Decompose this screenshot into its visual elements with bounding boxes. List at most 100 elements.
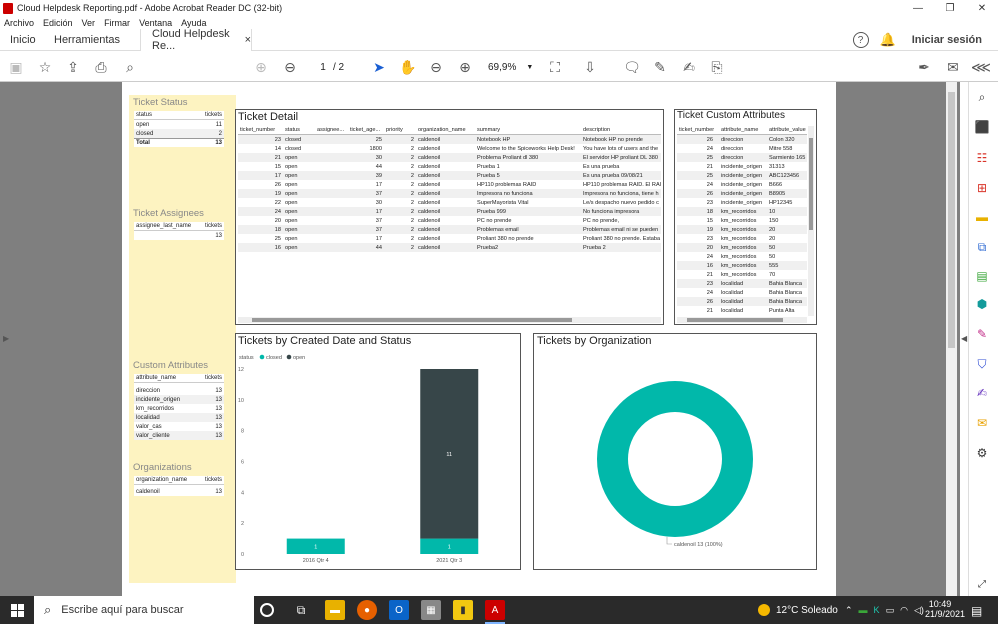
attributes-vscrollbar[interactable]	[808, 126, 814, 316]
email-icon[interactable]: ✉	[943, 57, 963, 77]
edit-sign-icon[interactable]: ✒	[914, 57, 934, 77]
taskbar-search-box[interactable]: ⌕ Escribe aquí para buscar	[34, 596, 254, 624]
volume-icon[interactable]: ◁)	[914, 605, 924, 616]
table-cell[interactable]: incidente_origen	[136, 397, 180, 403]
right-panel-toggle-icon[interactable]: ◀	[961, 334, 967, 343]
close-window-button[interactable]: ✕	[966, 0, 998, 16]
attributes-vscroll-thumb[interactable]	[809, 138, 813, 230]
request-signatures-icon[interactable]: ✉	[974, 415, 990, 431]
expand-sidebar-icon[interactable]: ⤢	[974, 576, 990, 592]
create-pdf-icon[interactable]: ⊞	[974, 180, 990, 196]
power-bi-icon[interactable]: ▮	[453, 600, 473, 620]
attributes-hscroll-thumb[interactable]	[687, 318, 783, 322]
acrobat-taskbar-icon[interactable]: A	[485, 600, 505, 620]
table-cell[interactable]: open	[136, 122, 149, 128]
minimize-button[interactable]: —	[902, 0, 934, 16]
sign-in-button[interactable]: Iniciar sesión	[912, 34, 982, 46]
organize-pages-icon[interactable]: ☷	[974, 150, 990, 166]
table-cell[interactable]: closed	[136, 131, 153, 137]
tray-icons[interactable]: ⌃ ▬ K ▭ ◠ ◁)	[845, 596, 930, 624]
fit-page-icon[interactable]: ⛶	[545, 57, 565, 77]
sign-icon[interactable]: ✍	[679, 57, 699, 77]
zoom-level-select[interactable]: 69,9% ▼	[488, 59, 533, 75]
table-cell[interactable]: km_recorridos	[136, 406, 174, 412]
hand-tool-icon[interactable]: ✋	[398, 57, 418, 77]
vertical-scrollbar[interactable]	[946, 82, 957, 596]
zoom-out-icon[interactable]: ⊖	[426, 57, 446, 77]
save-icon[interactable]: ▣	[6, 57, 26, 77]
table-cell[interactable]: direccion	[136, 388, 160, 394]
vertical-scrollbar-thumb[interactable]	[948, 92, 955, 348]
column-header[interactable]: summary	[475, 127, 581, 133]
column-header[interactable]: assignee_last_name	[136, 223, 191, 229]
app-icon[interactable]: ▦	[421, 600, 441, 620]
weather-widget[interactable]: 12°C Soleado	[758, 596, 838, 624]
menu-edicion[interactable]: Edición	[43, 18, 73, 28]
column-header[interactable]: tickets	[205, 477, 222, 483]
sidebar-search-icon[interactable]: ⌕	[974, 89, 990, 105]
combine-files-icon[interactable]: ⧉	[974, 239, 990, 255]
column-header[interactable]: ticket_number	[238, 127, 283, 133]
notification-center-icon[interactable]: ▤	[971, 604, 982, 618]
column-header[interactable]: description	[581, 127, 661, 133]
table-cell[interactable]: valor_cas	[136, 424, 162, 430]
table-cell[interactable]: localidad	[136, 415, 160, 421]
more-tools-icon[interactable]: ⚙	[974, 445, 990, 461]
export-pdf-icon[interactable]: ⬛	[974, 119, 990, 135]
print-icon[interactable]: ⎙	[91, 57, 111, 77]
attributes-hscrollbar[interactable]	[677, 317, 807, 323]
outlook-icon[interactable]: O	[389, 600, 409, 620]
chevron-up-icon[interactable]: ⌃	[845, 605, 853, 616]
scroll-mode-icon[interactable]: ⇩	[580, 57, 600, 77]
task-view-icon[interactable]: ⧉	[291, 600, 311, 620]
cortana-icon[interactable]	[260, 603, 274, 617]
left-panel-toggle-icon[interactable]: ▶	[3, 334, 9, 343]
notifications-bell-icon[interactable]: 🔔	[880, 32, 896, 48]
tab-document[interactable]: Cloud Helpdesk Re... ×	[140, 28, 252, 52]
edit-pdf-icon[interactable]: ✎	[974, 326, 990, 342]
export-excel-icon[interactable]: ▤	[974, 268, 990, 284]
menu-ventana[interactable]: Ventana	[139, 18, 172, 28]
menu-ver[interactable]: Ver	[82, 18, 96, 28]
network-icon[interactable]: ▭	[886, 605, 895, 616]
select-cursor-icon[interactable]: ➤	[369, 57, 389, 77]
excel-tray-icon[interactable]: ▬	[859, 605, 868, 615]
protect-shield-icon[interactable]: ⛉	[974, 356, 990, 372]
file-explorer-icon[interactable]: ▬	[325, 600, 345, 620]
clock[interactable]: 10:49 21/9/2021	[925, 599, 965, 619]
star-bookmark-icon[interactable]: ☆	[35, 57, 55, 77]
close-tab-icon[interactable]: ×	[245, 34, 251, 46]
comment-tool-icon[interactable]: ▬	[974, 209, 990, 225]
tab-herramientas[interactable]: Herramientas	[54, 29, 120, 51]
maximize-button[interactable]: ❐	[934, 0, 966, 16]
column-header[interactable]: attribute_value	[767, 127, 807, 133]
column-header[interactable]: attribute_name	[136, 375, 176, 381]
share-icon[interactable]: ⋘	[971, 57, 991, 77]
menu-ayuda[interactable]: Ayuda	[181, 18, 206, 28]
ticket-detail-hscrollbar[interactable]	[238, 317, 661, 323]
help-icon[interactable]: ?	[852, 32, 869, 48]
fill-sign-icon[interactable]: ⎘	[707, 57, 727, 77]
zoom-in-icon[interactable]: ⊕	[455, 57, 475, 77]
column-header[interactable]: tickets	[205, 112, 222, 118]
column-header[interactable]: organization_name	[416, 127, 475, 133]
page-down-icon[interactable]: ⊖	[280, 57, 300, 77]
k-tray-icon[interactable]: K	[874, 605, 880, 615]
windows-start-button[interactable]	[0, 596, 34, 624]
table-cell[interactable]: caldenoil	[136, 489, 160, 495]
menu-archivo[interactable]: Archivo	[4, 18, 34, 28]
highlight-pen-icon[interactable]: ✎	[650, 57, 670, 77]
firefox-icon[interactable]: ●	[357, 600, 377, 620]
column-header[interactable]: ticket_number	[677, 127, 719, 133]
upload-cloud-icon[interactable]: ⇪	[63, 57, 83, 77]
column-header[interactable]: tickets	[205, 223, 222, 229]
column-header[interactable]: status	[136, 112, 152, 118]
table-cell[interactable]: valor_cliente	[136, 433, 170, 439]
column-header[interactable]: assignee...	[315, 127, 348, 133]
column-header[interactable]: priority	[384, 127, 416, 133]
compress-icon[interactable]: ⬢	[974, 296, 990, 312]
search-zoom-icon[interactable]: ⌕	[120, 57, 140, 77]
column-header[interactable]: organization_name	[136, 477, 187, 483]
page-number-input[interactable]: 1	[313, 59, 333, 75]
column-header[interactable]: tickets	[205, 375, 222, 381]
